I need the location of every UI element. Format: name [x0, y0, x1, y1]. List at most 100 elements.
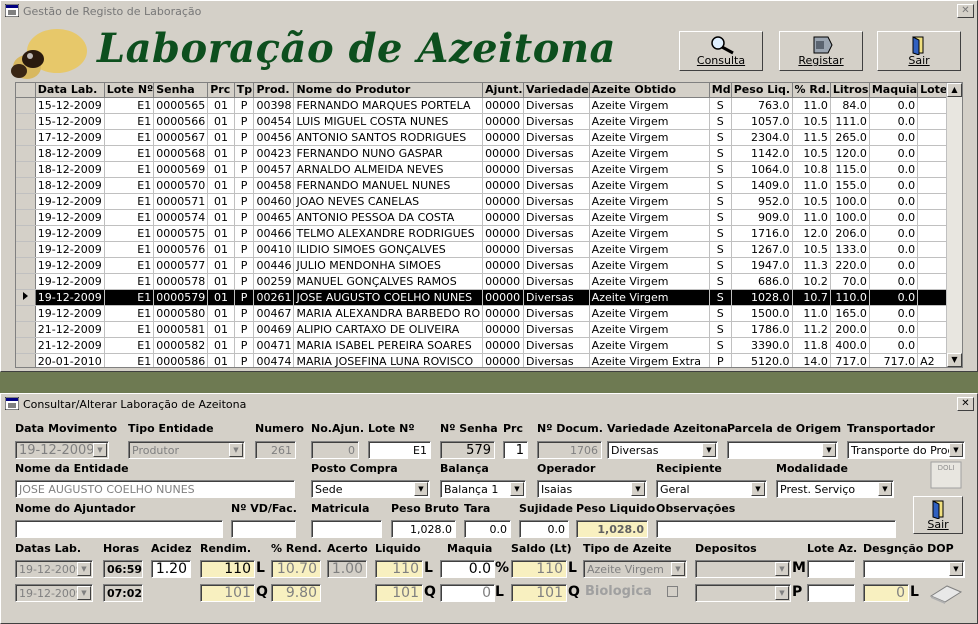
column-header[interactable]: Lote Nº: [104, 83, 155, 98]
chevron-down-icon[interactable]: ▼: [414, 482, 428, 496]
recipiente-select[interactable]: Geral ▼: [656, 480, 767, 498]
column-header[interactable]: Peso Liq.: [731, 83, 793, 98]
column-header[interactable]: Azeite Obtido: [589, 83, 710, 98]
docum-field[interactable]: 1706: [537, 441, 602, 459]
liquido-1[interactable]: 110: [375, 560, 423, 578]
nome-ent-field[interactable]: JOSE AUGUSTO COELHO NUNES: [15, 480, 295, 498]
acerto-field[interactable]: 1.00: [327, 560, 367, 578]
chevron-down-icon[interactable]: ▼: [671, 562, 685, 576]
column-header[interactable]: Senha: [153, 83, 209, 98]
row-indicator[interactable]: [16, 305, 36, 322]
row-indicator[interactable]: [16, 289, 36, 306]
noajun-field[interactable]: 0: [311, 441, 359, 459]
chevron-down-icon[interactable]: ▼: [77, 586, 91, 600]
table-row[interactable]: 19-12-2009 E1 0000576 01 P 00410 ILIDIO SIMOES…: [16, 241, 962, 258]
saldo-1[interactable]: 110: [511, 560, 567, 578]
modalidade-select[interactable]: Prest. Serviço ▼: [776, 480, 894, 498]
table-row[interactable]: 19-12-2009 E1 0000579 01 P 00261 JOSE AUGUSTO …: [16, 289, 962, 306]
column-header[interactable]: Variedade: [523, 83, 590, 98]
balanca-select[interactable]: Balança 1 ▼: [440, 480, 526, 498]
table-row[interactable]: 18-12-2009 E1 0000568 01 P 00423 FERNANDO NUNO…: [16, 145, 962, 162]
chevron-down-icon[interactable]: ▼: [631, 482, 645, 496]
parcela-select[interactable]: ▼: [727, 441, 838, 459]
table-row[interactable]: 17-12-2009 E1 0000567 01 P 00456 ANTONIO SANTO…: [16, 129, 962, 146]
acidez-field[interactable]: 1.20: [151, 560, 191, 578]
row-indicator[interactable]: [16, 241, 36, 258]
tipo-azeite-select[interactable]: Azeite Virgem ▼: [583, 560, 687, 578]
posto-select[interactable]: Sede ▼: [311, 480, 430, 498]
scroll-down-icon[interactable]: ▼: [947, 353, 962, 367]
scroll-up-icon[interactable]: ▲: [947, 83, 962, 97]
sair-button[interactable]: Sair: [877, 31, 961, 71]
chevron-down-icon[interactable]: ▼: [775, 586, 789, 600]
sujidade-field[interactable]: 0.0: [519, 520, 569, 538]
laboracao-grid[interactable]: Data Lab. Lote Nº Senha Prc Tp Prod. Nome do P…: [15, 82, 963, 368]
table-row[interactable]: 19-12-2009 E1 0000571 01 P 00460 JOAO NEVES CA…: [16, 193, 962, 210]
row-indicator[interactable]: [16, 161, 36, 178]
table-row[interactable]: 19-12-2009 E1 0000578 01 P 00259 MANUEL GONÇAL…: [16, 273, 962, 290]
column-header[interactable]: Litros: [830, 83, 870, 98]
table-row[interactable]: 15-12-2009 E1 0000566 01 P 00454 LUIS MIGUEL C…: [16, 113, 962, 130]
row-indicator[interactable]: [16, 273, 36, 290]
deposito-1[interactable]: ▼: [695, 560, 791, 578]
chevron-down-icon[interactable]: ▼: [93, 443, 107, 457]
table-row[interactable]: 18-12-2009 E1 0000569 01 P 00457 ARNALDO ALMEI…: [16, 161, 962, 178]
column-header[interactable]: Tp: [234, 83, 255, 98]
hora-2[interactable]: 07:02: [103, 584, 143, 602]
chevron-down-icon[interactable]: ▼: [949, 443, 963, 457]
table-row[interactable]: 21-12-2009 E1 0000582 01 P 00471 MARIA ISABEL …: [16, 337, 962, 354]
close-button[interactable]: ✕: [957, 4, 974, 18]
prend-1[interactable]: 10.70: [271, 560, 321, 578]
table-row[interactable]: 21-12-2009 E1 0000581 01 P 00469 ALIPIO CARTAX…: [16, 321, 962, 338]
registar-button[interactable]: Registar: [779, 31, 863, 71]
chevron-down-icon[interactable]: ▼: [878, 482, 892, 496]
maquia-2[interactable]: 0: [440, 584, 495, 602]
lote-az-2[interactable]: [807, 584, 855, 602]
column-header[interactable]: Prc: [207, 83, 235, 98]
consulta-button[interactable]: Consulta: [679, 31, 763, 71]
column-header[interactable]: Md: [709, 83, 732, 98]
row-indicator[interactable]: [16, 225, 36, 242]
row-indicator[interactable]: [16, 177, 36, 194]
row-indicator[interactable]: [16, 337, 36, 354]
variedade-select[interactable]: Diversas ▼: [607, 441, 718, 459]
row-indicator[interactable]: [16, 97, 36, 114]
biologica-checkbox[interactable]: [667, 586, 678, 597]
row-indicator[interactable]: [16, 145, 36, 162]
deposito-2[interactable]: ▼: [695, 584, 791, 602]
peso-liq-field[interactable]: 1,028.0: [576, 520, 648, 538]
row-indicator[interactable]: [16, 353, 36, 367]
chevron-down-icon[interactable]: ▼: [510, 482, 524, 496]
transp-select[interactable]: Transporte do Produ ▼: [847, 441, 965, 459]
rendim-1[interactable]: 110: [200, 560, 255, 578]
column-header[interactable]: Data Lab.: [35, 83, 105, 98]
table-row[interactable]: 20-01-2010 E1 0000586 01 P 00474 MARIA JOSEFIN…: [16, 353, 962, 367]
saldo-2[interactable]: 101: [511, 584, 567, 602]
table-row[interactable]: 19-12-2009 E1 0000574 01 P 00465 ANTONIO PESSO…: [16, 209, 962, 226]
row-indicator[interactable]: [16, 113, 36, 130]
row-indicator[interactable]: [16, 129, 36, 146]
lote-field[interactable]: E1: [368, 441, 431, 459]
table-row[interactable]: 19-12-2009 E1 0000575 01 P 00466 TELMO ALEXAND…: [16, 225, 962, 242]
table-row[interactable]: 18-12-2009 E1 0000570 01 P 00458 FERNANDO MANU…: [16, 177, 962, 194]
data-lab-2[interactable]: 19-12-2009 ▼: [15, 584, 93, 602]
column-header[interactable]: Ajunt.: [482, 83, 525, 98]
grid-vscrollbar[interactable]: ▲ ▼: [946, 83, 962, 367]
column-header[interactable]: Maquia: [869, 83, 919, 98]
chevron-down-icon[interactable]: ▼: [751, 482, 765, 496]
tara-field[interactable]: 0.0: [464, 520, 511, 538]
chevron-down-icon[interactable]: ▼: [822, 443, 836, 457]
sair-button-2[interactable]: Sair: [913, 496, 963, 534]
data-mov-picker[interactable]: 19-12-2009 ▼: [15, 441, 109, 459]
obs-field[interactable]: [656, 520, 896, 538]
vd-field[interactable]: [231, 520, 296, 538]
hora-1[interactable]: 06:59: [103, 560, 143, 578]
operador-select[interactable]: Isaias ▼: [537, 480, 647, 498]
prend-2[interactable]: 9.80: [271, 584, 321, 602]
chevron-down-icon[interactable]: ▼: [949, 562, 963, 576]
numero-field[interactable]: 261: [255, 441, 296, 459]
chevron-down-icon[interactable]: ▼: [775, 562, 789, 576]
peso-bruto-field[interactable]: 1,028.0: [391, 520, 456, 538]
liquido-2[interactable]: 101: [375, 584, 423, 602]
column-header[interactable]: % Rd.: [792, 83, 831, 98]
